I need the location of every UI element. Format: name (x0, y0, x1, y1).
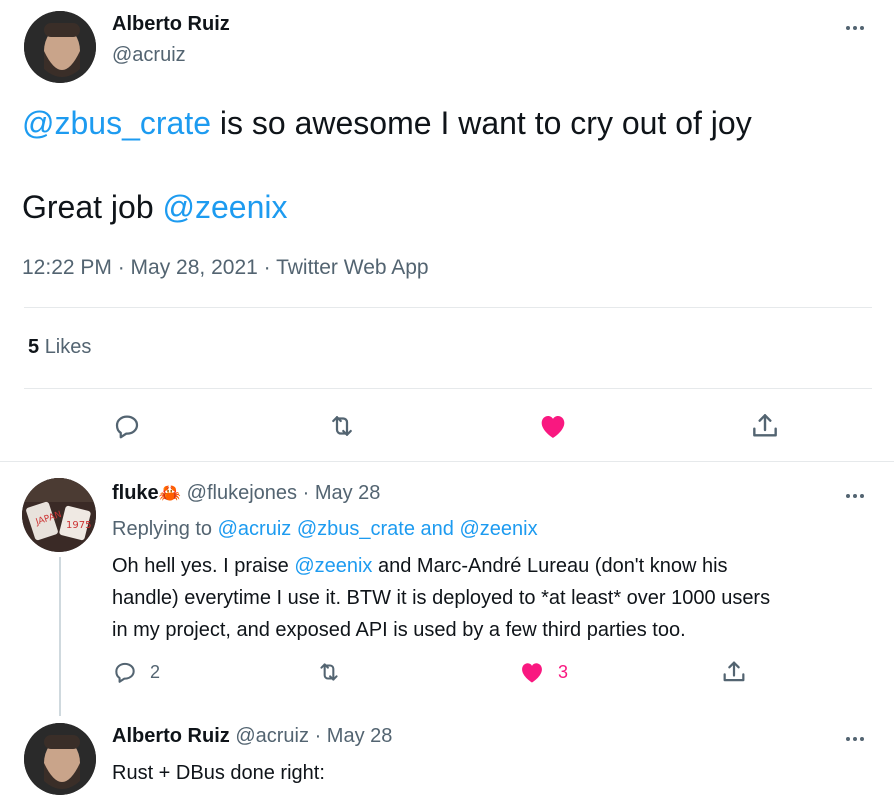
likes-label: Likes (44, 336, 92, 358)
reply-date[interactable]: · May 28 (303, 482, 381, 504)
reply-avatar-image (24, 723, 96, 795)
replying-to-users[interactable]: @acruiz @zbus_crate and @zeenix (218, 518, 538, 540)
reply-body: Oh hell yes. I praise @zeenix and Marc-A… (112, 550, 770, 646)
reply-body-line3: in my project, and exposed API is used b… (112, 619, 686, 641)
tweet-text-line1: @zbus_crate is so awesome I want to cry … (22, 105, 752, 142)
reply-date[interactable]: · May 28 (315, 725, 393, 747)
mention-link[interactable]: @zeenix (294, 555, 372, 577)
author-avatar-image (24, 11, 96, 83)
tweet-text-line2: Great job @zeenix (22, 189, 288, 226)
reply-button[interactable]: 2 (112, 659, 160, 685)
likes-stat[interactable]: 5 Likes (28, 336, 91, 359)
replying-to: Replying to @acruiz @zbus_crate and @zee… (112, 518, 538, 541)
reply-body-line1: Oh hell yes. I praise @zeenix and Marc-A… (112, 550, 770, 582)
reply-count: 2 (150, 661, 161, 682)
share-icon (753, 414, 777, 437)
author-name[interactable]: Alberto Ruiz (112, 13, 230, 36)
heart-icon (541, 416, 565, 438)
more-icon[interactable] (846, 737, 864, 741)
reply-author-handle[interactable]: @flukejones (187, 482, 297, 504)
reply-text: and Marc-André Lureau (don't know his (372, 555, 728, 577)
likes-count: 5 (28, 336, 40, 358)
crab-emoji-icon: 🦀 (158, 483, 182, 503)
reply-body-line2: handle) everytime I use it. BTW it is de… (112, 587, 771, 609)
reply-author-name[interactable]: fluke (112, 482, 159, 504)
like-button[interactable]: 3 (518, 658, 568, 686)
author-avatar[interactable] (24, 11, 96, 83)
more-icon[interactable] (846, 26, 864, 30)
reply-text: Oh hell yes. I praise (112, 555, 295, 577)
reply-author-handle[interactable]: @acruiz (235, 725, 309, 747)
mention-link[interactable]: @zbus_crate (22, 105, 211, 141)
reply-avatar[interactable]: JAPAN 1975 (22, 478, 96, 552)
mention-link[interactable]: @zeenix (163, 189, 288, 225)
tweet-text: Great job (22, 189, 163, 225)
share-button[interactable] (720, 658, 748, 686)
reply-icon (115, 662, 135, 683)
more-icon[interactable] (846, 494, 864, 498)
share-icon (723, 661, 745, 682)
reply-icon (115, 415, 139, 439)
divider (0, 461, 894, 462)
tweet-timestamp[interactable]: 12:22 PM · May 28, 2021 · Twitter Web Ap… (22, 256, 429, 280)
reply-avatar-image: JAPAN 1975 (22, 478, 96, 552)
like-count: 3 (558, 661, 569, 682)
like-button[interactable] (537, 410, 569, 442)
thread-line (59, 557, 61, 716)
retweet-button[interactable] (327, 411, 357, 441)
heart-icon (522, 663, 542, 683)
reply-header: Alberto Ruiz @acruiz · May 28 (112, 725, 392, 748)
reply-header: fluke🦀 @flukejones · May 28 (112, 482, 380, 505)
retweet-icon (332, 416, 352, 436)
svg-text:1975: 1975 (66, 520, 91, 531)
reply-avatar[interactable] (24, 723, 96, 795)
divider (24, 388, 872, 389)
reply-button[interactable] (112, 411, 142, 441)
reply-author-name[interactable]: Alberto Ruiz (112, 725, 230, 747)
share-button[interactable] (749, 410, 781, 442)
reply-body: Rust + DBus done right: (112, 762, 325, 784)
replying-to-prefix: Replying to (112, 518, 218, 540)
retweet-button[interactable] (316, 659, 342, 685)
tweet-text: is so awesome I want to cry out of joy (211, 105, 752, 141)
retweet-icon (320, 663, 338, 681)
author-handle[interactable]: @acruiz (112, 44, 186, 67)
divider (24, 307, 872, 308)
